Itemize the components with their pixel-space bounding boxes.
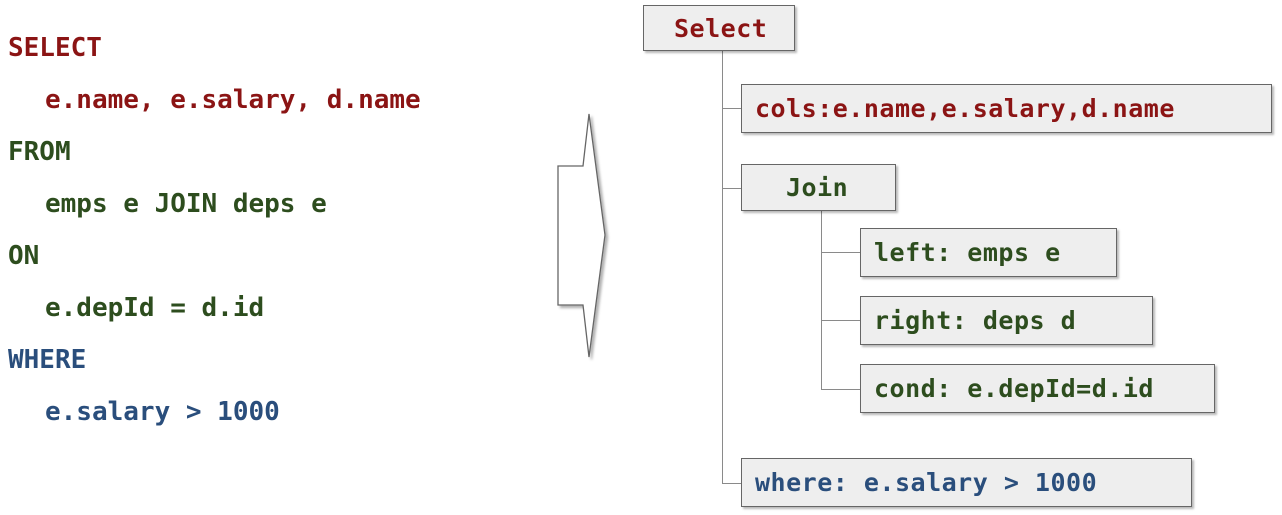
- connector-root-to-join: [722, 188, 741, 189]
- parse-tree-panel: Select cols:e.name,e.salary,d.name Join lef…: [630, 0, 1282, 515]
- connector-root-to-where: [722, 483, 741, 484]
- block-arrow-icon: [557, 113, 606, 358]
- sql-line-select-keyword: SELECT: [8, 33, 102, 63]
- connector-join-trunk: [821, 211, 822, 389]
- sql-line-from-tables: emps e JOIN deps e: [45, 189, 327, 219]
- sql-line-on-condition: e.depId = d.id: [45, 293, 265, 323]
- connector-root-to-cols: [722, 108, 741, 109]
- tree-node-where-label: where: e.salary > 1000: [755, 468, 1098, 497]
- tree-node-join-left[interactable]: left: emps e: [860, 228, 1117, 277]
- tree-node-join-left-label: left: emps e: [874, 238, 1061, 267]
- connector-join-to-left: [821, 252, 860, 253]
- tree-node-where[interactable]: where: e.salary > 1000: [741, 458, 1192, 507]
- sql-line-select-columns: e.name, e.salary, d.name: [45, 85, 421, 115]
- tree-node-select-label: Select: [674, 13, 768, 43]
- tree-node-join-cond[interactable]: cond: e.depId=d.id: [860, 364, 1215, 413]
- sql-line-where-keyword: WHERE: [8, 345, 87, 375]
- tree-node-join-cond-label: cond: e.depId=d.id: [874, 374, 1154, 403]
- tree-node-join-right-label: right: deps d: [874, 306, 1077, 335]
- connector-join-to-cond: [821, 389, 860, 390]
- sql-source-panel: SELECT e.name, e.salary, d.name FROM emps e…: [0, 0, 545, 515]
- tree-node-select[interactable]: Select: [643, 5, 795, 51]
- sql-line-from-keyword: FROM: [8, 137, 71, 167]
- tree-node-join[interactable]: Join: [741, 164, 896, 211]
- tree-node-join-label: Join: [786, 173, 849, 202]
- transform-arrow: [548, 100, 628, 370]
- tree-node-join-right[interactable]: right: deps d: [860, 296, 1153, 345]
- sql-line-where-condition: e.salary > 1000: [45, 397, 280, 427]
- sql-line-on-keyword: ON: [8, 241, 40, 271]
- tree-node-cols-label: cols:e.name,e.salary,d.name: [755, 94, 1175, 123]
- connector-join-to-right: [821, 320, 860, 321]
- connector-root-trunk: [722, 51, 723, 483]
- tree-node-cols[interactable]: cols:e.name,e.salary,d.name: [741, 84, 1272, 133]
